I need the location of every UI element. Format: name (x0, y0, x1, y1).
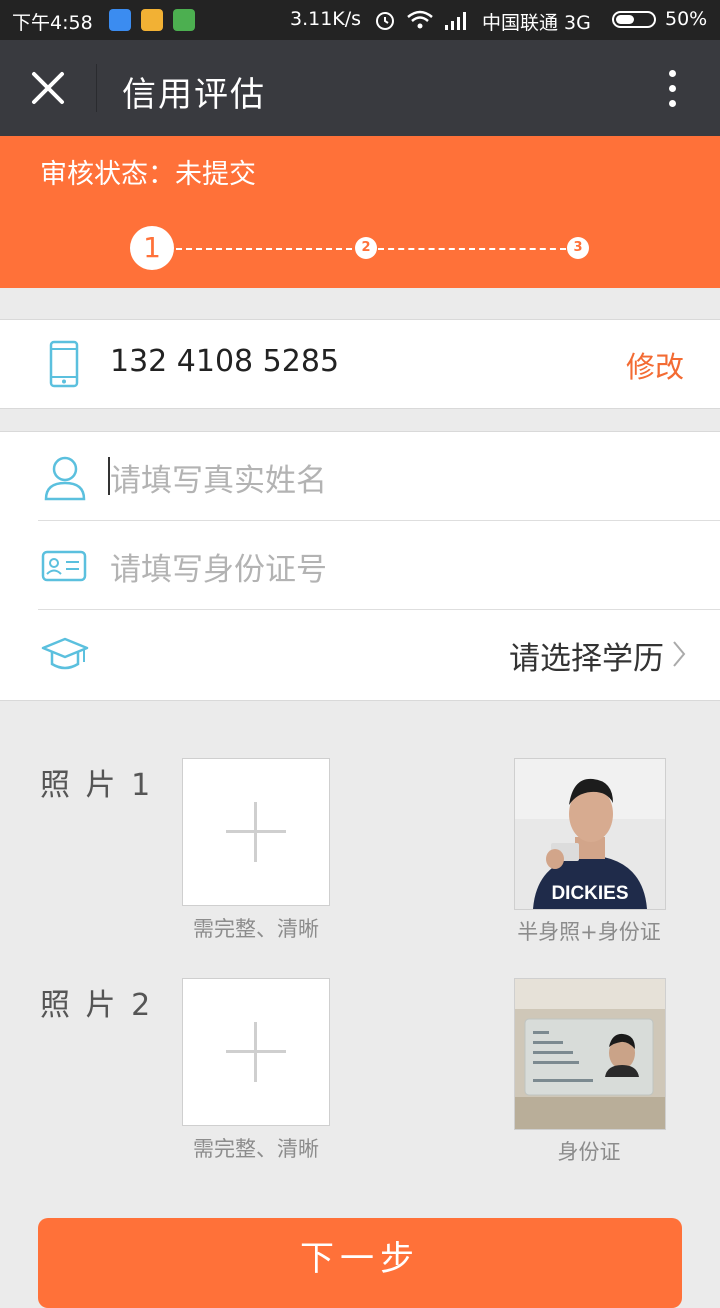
carrier-name: 中国联通 3G (482, 12, 591, 34)
title-bar: 信用评估 (0, 40, 720, 136)
photo-1-sample-caption: 半身照+身份证 (517, 920, 661, 944)
progress-steps: 1 2 3 (0, 214, 720, 278)
name-row[interactable]: 请填写真实姓名 (0, 432, 720, 521)
title-divider (96, 64, 97, 112)
review-status: 审核状态：未提交 (40, 159, 256, 190)
photo-1-upload-caption: 需完整、清晰 (193, 917, 319, 941)
graduation-cap-icon (41, 637, 89, 670)
signal-icon (445, 12, 466, 30)
photo-2-label: 照 片 2 (40, 988, 154, 1023)
step-1: 1 (130, 226, 174, 270)
photo-1-label: 照 片 1 (40, 768, 154, 803)
battery-percent: 50% (665, 8, 708, 30)
person-with-id-photo: DICKIES (515, 759, 665, 909)
education-row[interactable]: 请选择学历 (0, 610, 720, 699)
photo-1-upload-button[interactable] (182, 758, 330, 906)
app-notification-icon (109, 9, 131, 31)
status-time: 下午4:58 (12, 12, 93, 34)
step-connector (378, 248, 566, 250)
id-number-input[interactable]: 请填写身份证号 (110, 544, 327, 589)
status-bar: 下午4:58 3.11K/s 中国联通 3G 50% (0, 0, 720, 40)
edit-phone-button[interactable]: 修改 (626, 344, 684, 386)
page-title: 信用评估 (122, 75, 266, 115)
photo-2-upload-button[interactable] (182, 978, 330, 1126)
photo-1-sample-image: DICKIES (514, 758, 666, 910)
close-icon[interactable] (20, 60, 76, 116)
app-notification-icon (141, 9, 163, 31)
id-card-photo (515, 979, 665, 1129)
chevron-right-icon (673, 641, 686, 667)
mobile-phone-icon (49, 340, 79, 388)
alarm-icon (376, 12, 394, 30)
user-icon (44, 456, 86, 501)
step-3: 3 (567, 237, 589, 259)
photo-2-upload-caption: 需完整、清晰 (193, 1137, 319, 1161)
identity-form: 请填写真实姓名 请填写身份证号 请选择学历 (0, 431, 720, 701)
battery-icon (612, 11, 656, 28)
network-speed: 3.11K/s (290, 8, 362, 30)
more-menu-icon[interactable] (652, 64, 692, 112)
id-card-icon (41, 550, 87, 582)
svg-text:DICKIES: DICKIES (551, 883, 628, 904)
photo-2-sample-caption: 身份证 (557, 1140, 621, 1164)
review-header: 审核状态：未提交 1 2 3 (0, 136, 720, 288)
phone-number: 132 4108 5285 (110, 344, 340, 379)
photo-2-sample-image (514, 978, 666, 1130)
education-select[interactable]: 请选择学历 (509, 633, 664, 678)
step-connector (176, 248, 352, 250)
app-notification-icon (173, 9, 195, 31)
id-row[interactable]: 请填写身份证号 (0, 521, 720, 610)
name-input[interactable]: 请填写真实姓名 (110, 455, 327, 500)
next-step-button[interactable]: 下一步 (38, 1218, 682, 1308)
wifi-icon (407, 10, 433, 29)
phone-row: 132 4108 5285 修改 (0, 319, 720, 409)
step-2: 2 (355, 237, 377, 259)
